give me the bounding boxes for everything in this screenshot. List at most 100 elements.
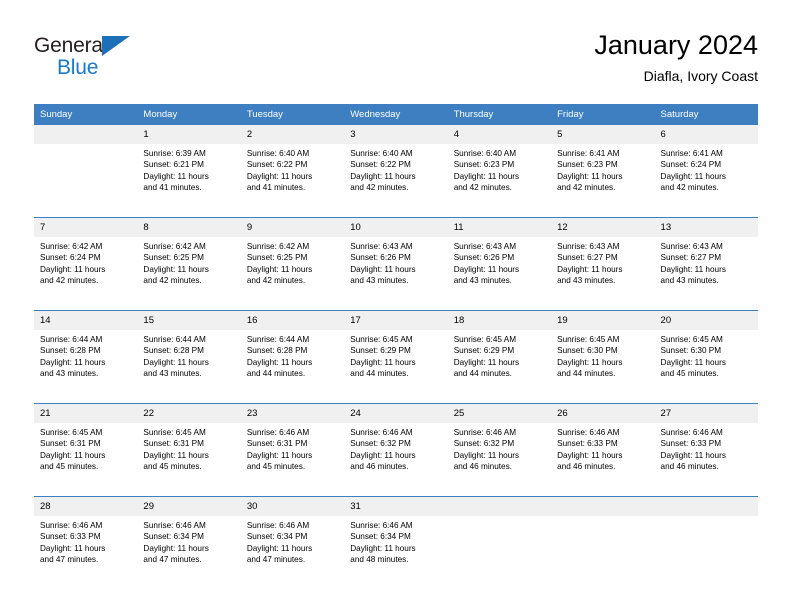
day-details-cell: Sunrise: 6:45 AM Sunset: 6:30 PM Daylight:… <box>654 330 758 403</box>
sunset-text: Sunset: 6:32 PM <box>350 439 411 449</box>
day-details-cell: Sunrise: 6:45 AM Sunset: 6:29 PM Daylight:… <box>447 330 552 403</box>
day-number-cell[interactable]: 11 <box>447 218 552 237</box>
day-number-cell[interactable]: 8 <box>137 218 241 237</box>
day-number-cell[interactable]: 2 <box>240 125 345 144</box>
daylight-text-line1: Daylight: 11 hours <box>143 171 209 181</box>
sunset-text: Sunset: 6:25 PM <box>246 253 308 263</box>
column-header-monday: Monday <box>137 104 241 125</box>
daylight-text-line1: Daylight: 11 hours <box>246 171 313 181</box>
sunrise-text: Sunrise: 6:45 AM <box>40 428 103 437</box>
daylight-text-line1: Daylight: 11 hours <box>246 450 313 460</box>
day-number-cell[interactable]: 10 <box>344 218 448 237</box>
title-block: January 2024 Diafla, Ivory Coast <box>594 28 758 86</box>
day-details-cell: Sunrise: 6:43 AM Sunset: 6:26 PM Daylight:… <box>447 237 552 310</box>
sunrise-text: Sunrise: 6:46 AM <box>660 428 723 437</box>
sunset-text: Sunset: 6:31 PM <box>40 439 101 449</box>
daylight-text-line1: Daylight: 11 hours <box>246 357 313 367</box>
day-number-cell[interactable]: 4 <box>447 125 552 144</box>
day-number-cell[interactable]: 7 <box>34 218 138 237</box>
daylight-text-line2: and 46 minutes. <box>453 462 512 472</box>
daylight-text-line1: Daylight: 11 hours <box>660 171 726 181</box>
day-details-cell: Sunrise: 6:40 AM Sunset: 6:22 PM Daylight:… <box>344 144 448 217</box>
daylight-text-line1: Daylight: 11 hours <box>143 357 209 367</box>
daylight-text-line2: and 42 minutes. <box>557 183 616 193</box>
daylight-text-line1: Daylight: 11 hours <box>40 264 106 274</box>
day-number-cell[interactable]: 6 <box>654 125 758 144</box>
day-number-cell[interactable]: 3 <box>344 125 448 144</box>
day-number-cell[interactable]: 21 <box>34 404 138 423</box>
sunrise-text: Sunrise: 6:43 AM <box>453 242 517 251</box>
sunset-text: Sunset: 6:34 PM <box>350 532 411 542</box>
day-number-cell[interactable]: 23 <box>240 404 345 423</box>
sunrise-text: Sunrise: 6:43 AM <box>557 242 620 251</box>
weekday-header-row: Sunday Monday Tuesday Wednesday Thursday… <box>34 104 758 125</box>
day-number-cell[interactable]: 15 <box>137 311 241 330</box>
daylight-text-line1: Daylight: 11 hours <box>143 264 209 274</box>
empty-day-cell <box>654 497 758 516</box>
daylight-text-line1: Daylight: 11 hours <box>143 543 209 553</box>
day-number-cell[interactable]: 1 <box>137 125 241 144</box>
daylight-text-line1: Daylight: 11 hours <box>143 450 209 460</box>
daylight-text-line1: Daylight: 11 hours <box>557 264 623 274</box>
empty-day-cell <box>447 497 552 516</box>
sunrise-text: Sunrise: 6:46 AM <box>40 521 103 530</box>
sunrise-text: Sunrise: 6:42 AM <box>143 242 206 251</box>
day-number-cell[interactable]: 31 <box>344 497 448 516</box>
day-details-cell: Sunrise: 6:41 AM Sunset: 6:24 PM Daylight:… <box>654 144 758 217</box>
day-number-cell[interactable]: 29 <box>137 497 241 516</box>
day-number-cell[interactable]: 16 <box>240 311 345 330</box>
daylight-text-line2: and 43 minutes. <box>557 276 616 286</box>
daylight-text-line1: Daylight: 11 hours <box>350 264 416 274</box>
day-number-cell[interactable]: 20 <box>654 311 758 330</box>
sunset-text: Sunset: 6:34 PM <box>246 532 308 542</box>
daylight-text-line1: Daylight: 11 hours <box>453 357 520 367</box>
day-number-row: 21 22 23 24 25 26 27 <box>34 404 758 423</box>
day-details-cell: Sunrise: 6:43 AM Sunset: 6:27 PM Daylight:… <box>551 237 655 310</box>
day-details-cell: Sunrise: 6:44 AM Sunset: 6:28 PM Daylight:… <box>240 330 345 403</box>
sunrise-text: Sunrise: 6:40 AM <box>350 149 413 158</box>
sunset-text: Sunset: 6:33 PM <box>557 439 618 449</box>
day-details-cell: Sunrise: 6:44 AM Sunset: 6:28 PM Daylight:… <box>34 330 138 403</box>
day-number-cell[interactable]: 19 <box>551 311 655 330</box>
sunrise-text: Sunrise: 6:46 AM <box>143 521 206 530</box>
column-header-thursday: Thursday <box>447 104 552 125</box>
calendar-body: 1 2 3 4 5 6 Sunrise: 6:39 AM Sunset: 6:21 PM Day… <box>34 125 758 589</box>
general-blue-logo[interactable]: General Blue <box>34 34 154 90</box>
sunrise-text: Sunrise: 6:44 AM <box>40 335 103 344</box>
day-details-cell: Sunrise: 6:42 AM Sunset: 6:24 PM Daylight:… <box>34 237 138 310</box>
sunset-text: Sunset: 6:30 PM <box>557 346 618 356</box>
day-number-cell[interactable]: 25 <box>447 404 552 423</box>
day-number-cell[interactable]: 12 <box>551 218 655 237</box>
daylight-text-line1: Daylight: 11 hours <box>453 171 520 181</box>
daylight-text-line1: Daylight: 11 hours <box>40 357 106 367</box>
day-number-cell[interactable]: 14 <box>34 311 138 330</box>
day-number-cell[interactable]: 30 <box>240 497 345 516</box>
day-info-row: Sunrise: 6:46 AM Sunset: 6:33 PM Daylight:… <box>34 516 758 589</box>
daylight-text-line1: Daylight: 11 hours <box>660 264 726 274</box>
daylight-text-line2: and 43 minutes. <box>40 369 99 379</box>
day-number-cell[interactable]: 26 <box>551 404 655 423</box>
day-number-cell[interactable]: 22 <box>137 404 241 423</box>
day-number-cell[interactable]: 9 <box>240 218 345 237</box>
day-number-cell[interactable]: 27 <box>654 404 758 423</box>
day-number-cell[interactable]: 28 <box>34 497 138 516</box>
day-details-cell: Sunrise: 6:42 AM Sunset: 6:25 PM Daylight:… <box>240 237 345 310</box>
day-details-cell: Sunrise: 6:45 AM Sunset: 6:29 PM Daylight:… <box>344 330 448 403</box>
day-number-cell[interactable]: 24 <box>344 404 448 423</box>
logo-text-blue: Blue <box>57 56 99 79</box>
day-number-cell[interactable]: 18 <box>447 311 552 330</box>
sunrise-text: Sunrise: 6:44 AM <box>246 335 310 344</box>
day-number-cell[interactable]: 17 <box>344 311 448 330</box>
sunset-text: Sunset: 6:21 PM <box>143 160 204 170</box>
sunset-text: Sunset: 6:34 PM <box>143 532 204 542</box>
sunset-text: Sunset: 6:31 PM <box>246 439 308 449</box>
day-number-cell[interactable]: 13 <box>654 218 758 237</box>
page-subtitle: Diafla, Ivory Coast <box>643 68 758 84</box>
sunset-text: Sunset: 6:26 PM <box>350 253 411 263</box>
sunset-text: Sunset: 6:33 PM <box>40 532 101 542</box>
daylight-text-line1: Daylight: 11 hours <box>246 264 313 274</box>
day-number-cell[interactable]: 5 <box>551 125 655 144</box>
sunrise-text: Sunrise: 6:45 AM <box>350 335 413 344</box>
calendar-head: Sunday Monday Tuesday Wednesday Thursday… <box>34 104 758 125</box>
sunset-text: Sunset: 6:25 PM <box>143 253 204 263</box>
